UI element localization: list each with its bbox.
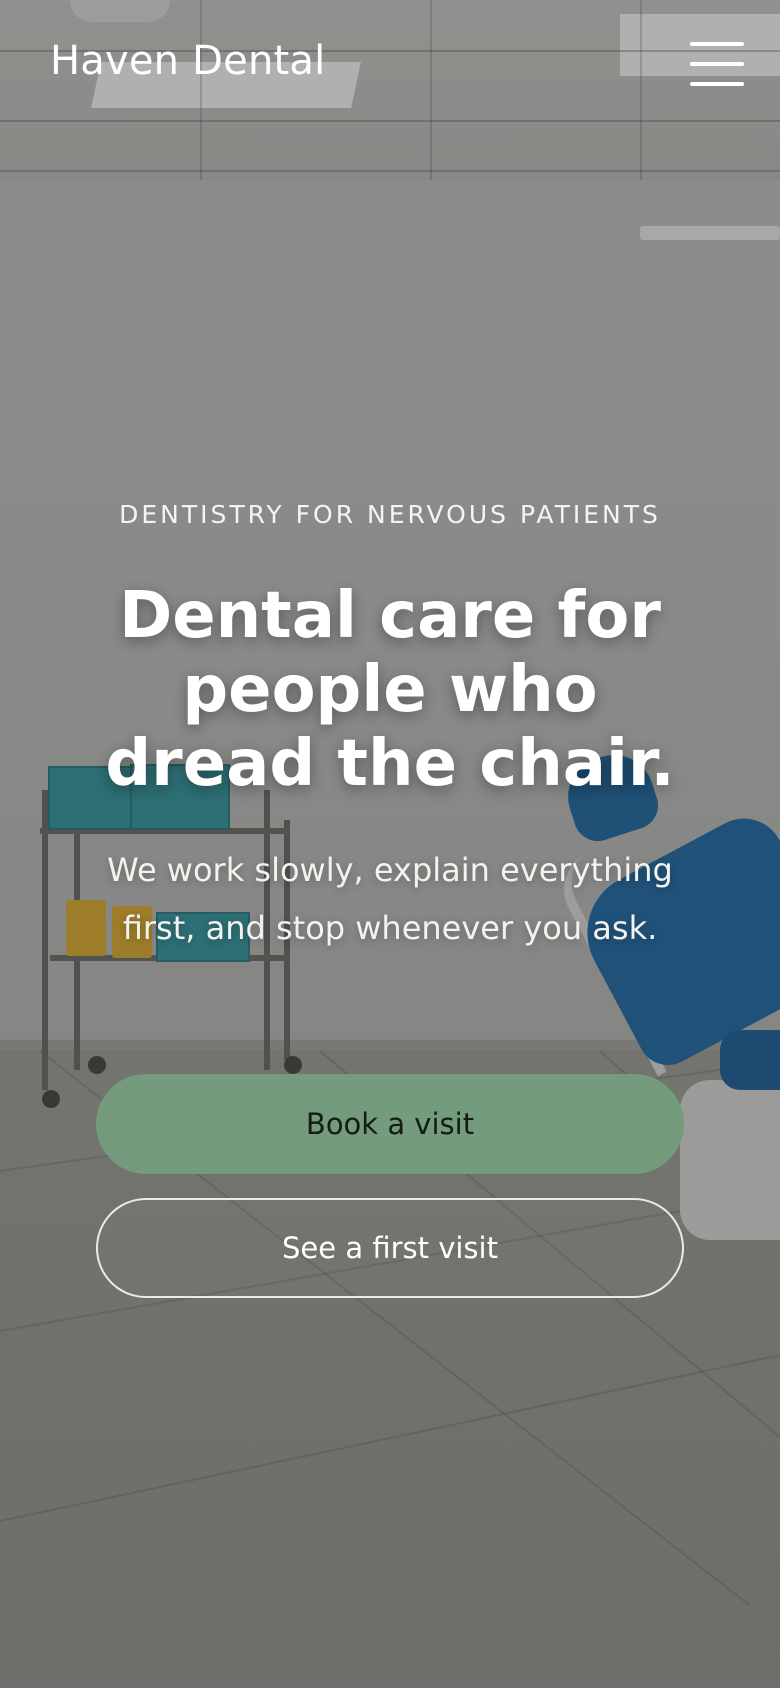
hero-headline: Dental care for people who dread the cha… — [105, 579, 675, 801]
brand-logo[interactable]: Haven Dental — [50, 38, 325, 84]
hero-section: DENTISTRY FOR NERVOUS PATIENTS Dental ca… — [0, 500, 780, 957]
hero-eyebrow: DENTISTRY FOR NERVOUS PATIENTS — [119, 500, 661, 529]
book-visit-button[interactable]: Book a visit — [96, 1074, 684, 1174]
site-header: Haven Dental — [0, 0, 780, 130]
hero-subtext: We work slowly, explain everything first… — [107, 851, 673, 947]
hamburger-menu-icon[interactable] — [690, 42, 744, 86]
see-first-visit-button[interactable]: See a first visit — [96, 1198, 684, 1298]
